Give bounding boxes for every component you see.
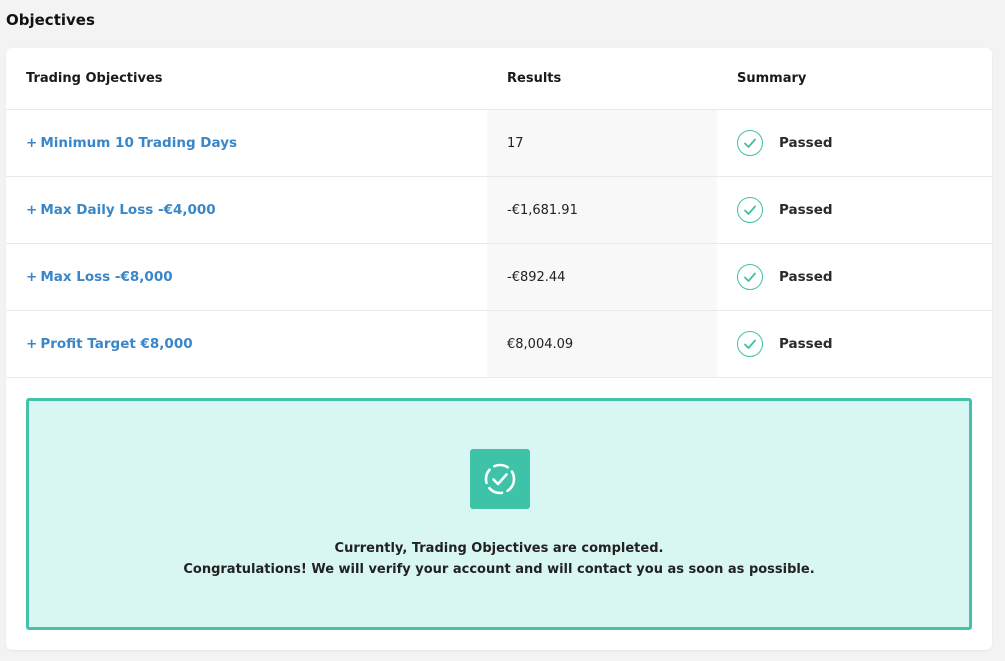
table-header: Trading Objectives Results Summary bbox=[6, 48, 992, 110]
result-value: 17 bbox=[487, 110, 717, 176]
objective-label: Max Daily Loss -€4,000 bbox=[40, 202, 216, 218]
objective-label: Profit Target €8,000 bbox=[40, 336, 193, 352]
header-results: Results bbox=[507, 71, 562, 86]
banner-message-body: Congratulations! We will verify your acc… bbox=[183, 562, 815, 577]
result-value: -€892.44 bbox=[487, 244, 717, 310]
objective-link[interactable]: + Minimum 10 Trading Days bbox=[26, 135, 237, 151]
table-row: + Max Loss -€8,000 -€892.44 Passed bbox=[6, 244, 992, 311]
result-value: -€1,681.91 bbox=[487, 177, 717, 243]
objective-link[interactable]: + Max Daily Loss -€4,000 bbox=[26, 202, 216, 218]
check-circle-icon bbox=[737, 264, 763, 290]
objective-link[interactable]: + Max Loss -€8,000 bbox=[26, 269, 173, 285]
table-row: + Minimum 10 Trading Days 17 Passed bbox=[6, 110, 992, 177]
table-row: + Profit Target €8,000 €8,004.09 Passed bbox=[6, 311, 992, 378]
check-circle-icon bbox=[737, 197, 763, 223]
status-label: Passed bbox=[779, 336, 833, 352]
expand-icon: + bbox=[26, 269, 38, 285]
status-label: Passed bbox=[779, 135, 833, 151]
check-circle-icon bbox=[737, 331, 763, 357]
status-label: Passed bbox=[779, 269, 833, 285]
header-summary: Summary bbox=[737, 71, 807, 86]
table-row: + Max Daily Loss -€4,000 -€1,681.91 Passe… bbox=[6, 177, 992, 244]
completion-banner: Currently, Trading Objectives are comple… bbox=[26, 398, 972, 630]
page-title: Objectives bbox=[6, 11, 95, 29]
status-label: Passed bbox=[779, 202, 833, 218]
header-trading-objectives: Trading Objectives bbox=[26, 71, 163, 86]
banner-message-title: Currently, Trading Objectives are comple… bbox=[334, 541, 664, 556]
objective-label: Minimum 10 Trading Days bbox=[40, 135, 238, 151]
objective-label: Max Loss -€8,000 bbox=[40, 269, 173, 285]
objective-link[interactable]: + Profit Target €8,000 bbox=[26, 336, 193, 352]
result-value: €8,004.09 bbox=[487, 311, 717, 377]
expand-icon: + bbox=[26, 202, 38, 218]
check-circle-icon bbox=[737, 130, 763, 156]
objectives-card: Trading Objectives Results Summary + Mini… bbox=[6, 48, 992, 650]
dashed-circle-check-icon bbox=[470, 449, 530, 509]
expand-icon: + bbox=[26, 336, 38, 352]
expand-icon: + bbox=[26, 135, 38, 151]
